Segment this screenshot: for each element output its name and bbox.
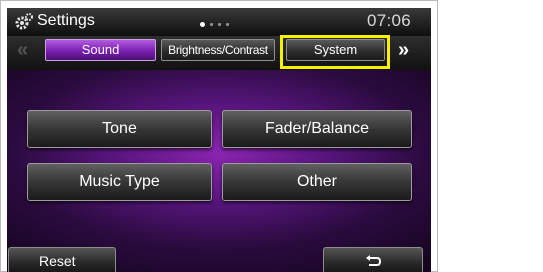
highlight-box	[280, 35, 390, 69]
side-panel	[437, 0, 543, 272]
page-indicator	[200, 22, 229, 27]
tone-button[interactable]: Tone	[27, 110, 212, 148]
button-label: Fader/Balance	[264, 120, 370, 137]
tab-label: Brightness/Contrast	[168, 43, 268, 57]
page-dot	[218, 23, 221, 26]
head-unit-screen: Settings 07:06 « Sound Brightness/Contra…	[7, 8, 431, 272]
page-title: Settings	[37, 12, 95, 29]
gear-icon	[15, 13, 33, 30]
status-bar: Settings 07:06	[7, 8, 431, 36]
button-label: Music Type	[79, 173, 160, 190]
double-chevron-left-icon[interactable]: «	[17, 38, 28, 62]
button-label: Other	[296, 173, 337, 190]
tab-brightness-contrast[interactable]: Brightness/Contrast	[161, 39, 275, 61]
button-label: Tone	[102, 120, 137, 137]
page-dot	[210, 23, 213, 26]
clock: 07:06	[367, 11, 412, 30]
music-type-button[interactable]: Music Type	[27, 163, 212, 201]
page-dot	[200, 22, 205, 27]
tab-bar: « Sound Brightness/Contrast System »	[7, 35, 431, 70]
reset-button[interactable]: Reset	[8, 247, 116, 272]
button-label: Reset	[39, 253, 76, 269]
double-chevron-right-icon[interactable]: »	[398, 38, 409, 62]
tab-sound[interactable]: Sound	[45, 39, 156, 61]
return-arrow-icon	[366, 255, 382, 267]
back-button[interactable]	[323, 247, 423, 272]
fader-balance-button[interactable]: Fader/Balance	[222, 110, 412, 148]
tab-label: Sound	[81, 42, 120, 57]
other-button[interactable]: Other	[222, 163, 412, 201]
page-dot	[226, 23, 229, 26]
